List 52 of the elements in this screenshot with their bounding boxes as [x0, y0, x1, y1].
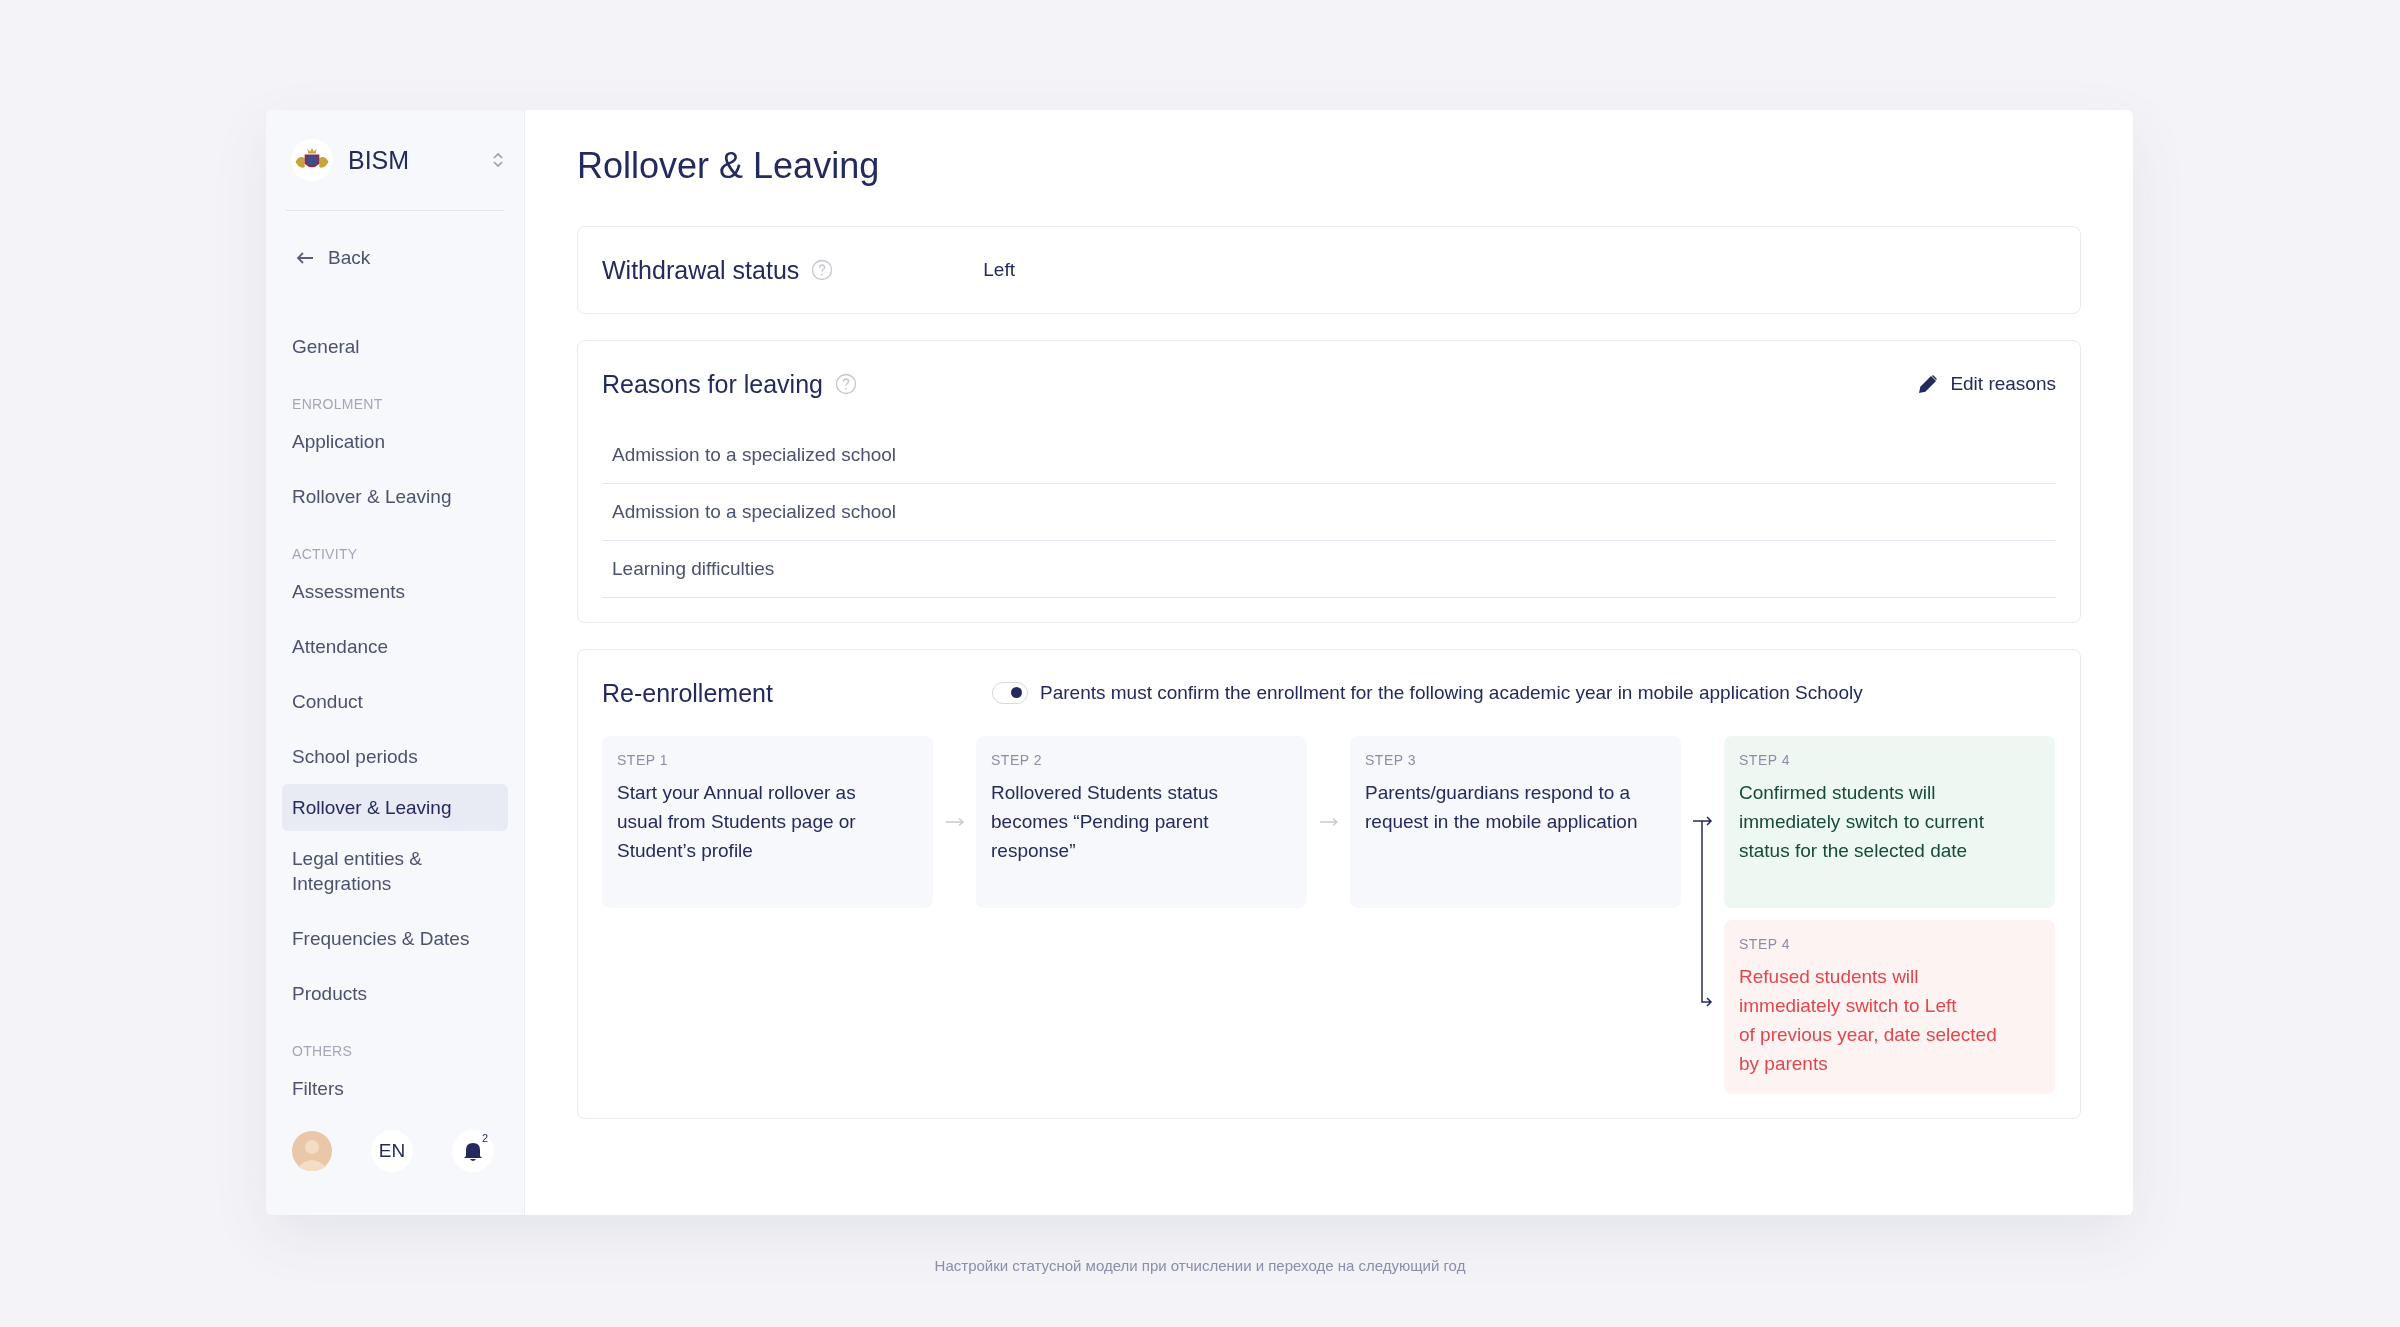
- reason-row: Admission to a specialized school: [602, 427, 2056, 484]
- step-text: Start your Annual rollover as usual from Students page or Student’s profile: [617, 781, 857, 863]
- nav-item[interactable]: Rollover & Leaving: [282, 469, 508, 524]
- section-label: ENROLMENT: [291, 395, 384, 414]
- step-label: STEP 4: [1739, 752, 1791, 768]
- nav-item[interactable]: Frequencies & Dates: [282, 911, 508, 966]
- step-text: Refused students will immediately switch to Left of previous year, date selected by parents: [1739, 965, 1998, 1076]
- withdrawal-value: Left: [983, 259, 1015, 281]
- crest-logo: [290, 138, 334, 182]
- reasons-title: Reasons for leaving: [602, 369, 823, 399]
- page-title: Rollover & Leaving: [577, 144, 881, 188]
- step-text: Confirmed students will immediately switch to current status for the selected date: [1739, 781, 1985, 863]
- nav-item[interactable]: Application: [282, 414, 508, 469]
- school-name: BISM: [348, 145, 411, 175]
- nav-item[interactable]: Assessments: [282, 564, 508, 619]
- nav-item[interactable]: School periods: [282, 729, 508, 784]
- step-text: Parents/guardians respond to a request in the mobile application: [1365, 781, 1639, 834]
- nav-item[interactable]: Conduct: [282, 674, 508, 729]
- step-text: Rollovered Students status becomes “Pending parent response”: [991, 781, 1220, 863]
- nav-item[interactable]: Rollover & Leaving: [282, 784, 508, 831]
- step-label: STEP 2: [991, 752, 1043, 768]
- chevron-updown-icon[interactable]: [492, 151, 504, 169]
- pencil-icon: [1918, 374, 1939, 394]
- reason-row: Learning difficulties: [602, 541, 2056, 598]
- bell-icon: [463, 1140, 483, 1162]
- back-arrow-icon: [296, 251, 314, 265]
- language-button[interactable]: EN: [371, 1130, 413, 1172]
- caption: Настройки статусной модели при отчислении и переходе на следующий год: [933, 1257, 1467, 1274]
- withdrawal-label: Withdrawal status: [602, 255, 800, 285]
- back-link[interactable]: Back: [296, 247, 508, 269]
- section-label: ACTIVITY: [291, 545, 359, 564]
- notifications-button[interactable]: [452, 1130, 494, 1172]
- help-icon[interactable]: [811, 259, 834, 281]
- step-label: STEP 3: [1365, 752, 1417, 768]
- avatar[interactable]: [292, 1131, 332, 1171]
- nav-item[interactable]: Attendance: [282, 619, 508, 674]
- nav-item[interactable]: Products: [282, 966, 508, 1021]
- step-label: STEP 4: [1739, 936, 1791, 952]
- nav-item[interactable]: Filters: [282, 1061, 508, 1116]
- reenrollment-title: Re-enrollement: [602, 678, 774, 708]
- step-label: STEP 1: [617, 752, 669, 768]
- edit-reasons-link[interactable]: Edit reasons: [1918, 373, 2056, 395]
- reason-row: Admission to a specialized school: [602, 484, 2056, 541]
- help-icon[interactable]: [834, 373, 857, 395]
- toggle-label: Parents must confirm the enrollment for the following academic year in mobile application Schooly: [1040, 682, 1863, 704]
- section-label: OTHERS: [291, 1042, 354, 1061]
- arrow-icon: [1318, 817, 1339, 827]
- arrow-icon: [944, 817, 965, 827]
- nav-item[interactable]: Legal entities & Integrations: [282, 831, 508, 911]
- nav-item[interactable]: General: [282, 319, 508, 374]
- notification-count: 2: [481, 1132, 488, 1144]
- toggle-switch[interactable]: [992, 682, 1028, 704]
